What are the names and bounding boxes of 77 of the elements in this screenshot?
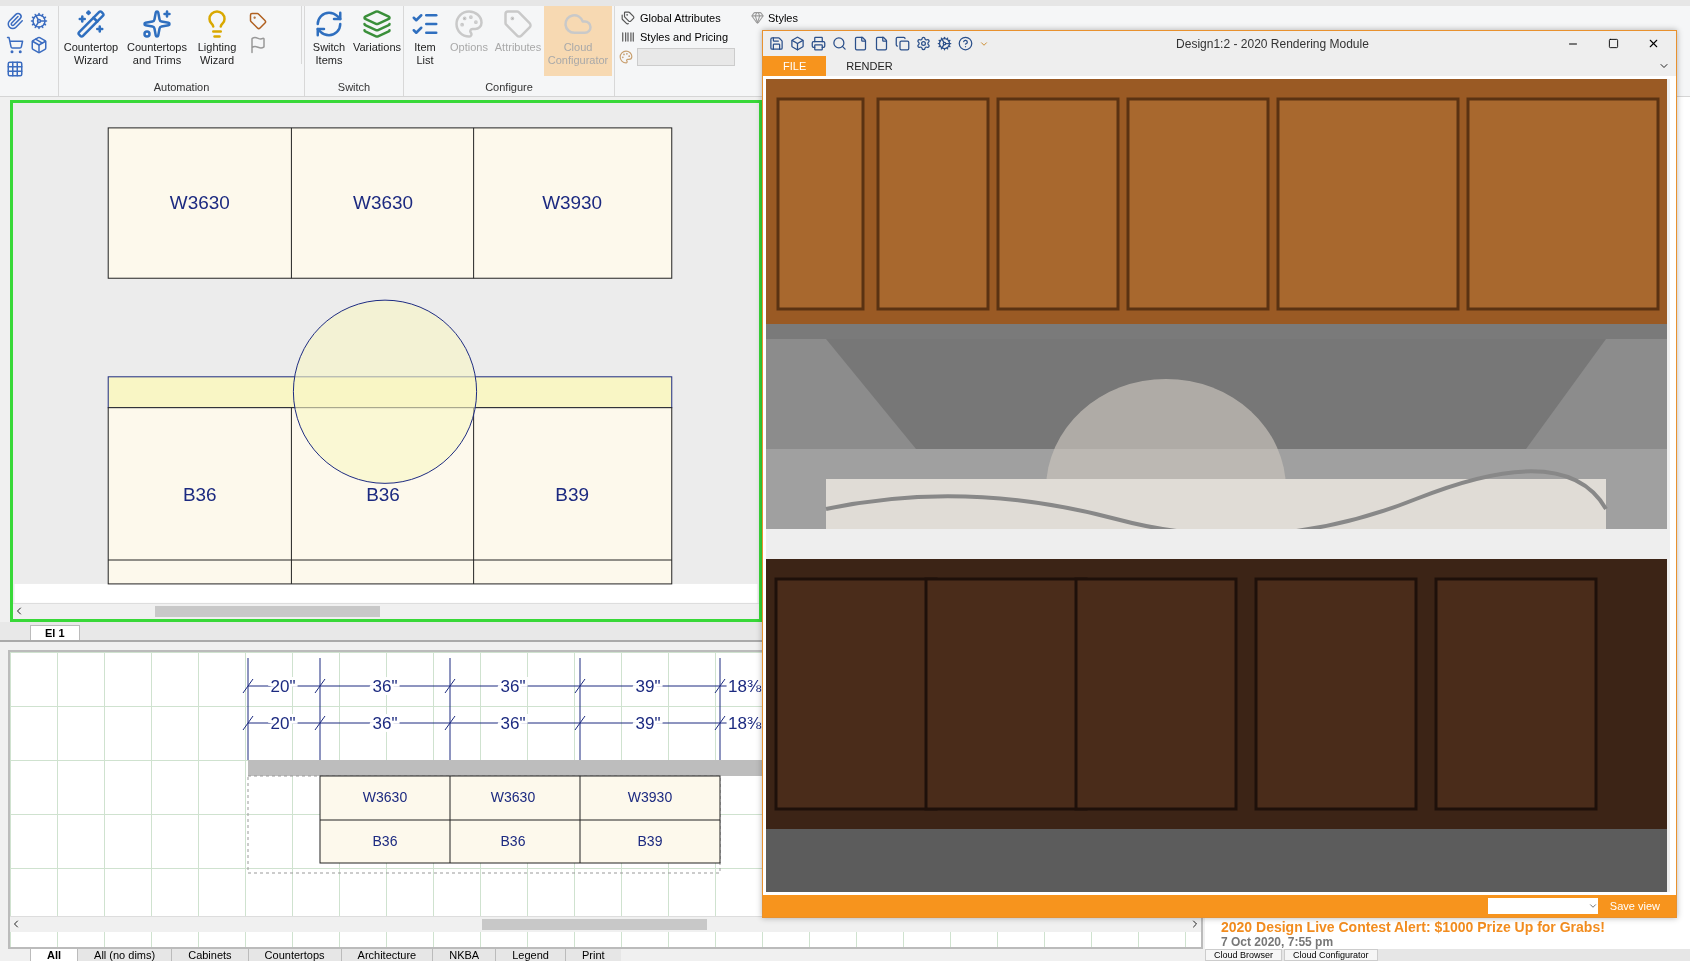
dimension-label: 36" (372, 713, 398, 733)
group-label: Configure (484, 81, 534, 95)
view-tab[interactable]: All (no dims) (77, 949, 172, 961)
view-tab[interactable]: El 1 (30, 624, 80, 640)
ribbon-command[interactable]: Global Attributes (619, 10, 741, 26)
group-label: Switch (336, 81, 372, 95)
cart-icon[interactable] (6, 36, 24, 54)
document-icon[interactable] (853, 36, 868, 52)
tag-icon[interactable] (249, 12, 267, 30)
ribbon-button[interactable]: Variations (353, 6, 401, 76)
settings-icon[interactable] (916, 36, 931, 52)
dimension-label: 39" (635, 713, 661, 733)
cabinet-label: B36 (500, 832, 526, 849)
cabinet-label: W3930 (542, 191, 603, 213)
dimension-label: 36" (500, 676, 526, 696)
styles-button[interactable]: Styles (745, 10, 804, 25)
horizontal-scrollbar[interactable] (10, 915, 1201, 932)
dimension-label: 20" (270, 676, 296, 696)
search-icon[interactable] (832, 36, 847, 52)
dimension-label: 20" (270, 713, 296, 733)
ribbon-button[interactable]: Item List (406, 6, 444, 76)
copy-icon[interactable] (895, 36, 910, 52)
cabinet-label: B39 (637, 832, 663, 849)
gear-icon[interactable] (937, 36, 952, 52)
view-tab[interactable]: Legend (495, 949, 565, 961)
paperclip-icon[interactable] (6, 12, 24, 30)
refresh-icon (314, 9, 344, 39)
cabinet-label: B36 (372, 832, 398, 849)
view-tab[interactable]: Architecture (340, 949, 433, 961)
group-label: Automation (152, 81, 211, 95)
ribbon-command[interactable]: Styles and Pricing (619, 29, 741, 45)
ribbon-button[interactable]: Countertop Wizard (61, 6, 121, 76)
ribbon-tab[interactable]: RENDER (826, 56, 913, 77)
sparkles-icon (142, 9, 172, 39)
wand-icon (76, 9, 106, 39)
panel-tab[interactable]: Cloud Configurator (1284, 949, 1378, 961)
print-icon[interactable] (811, 36, 826, 52)
ribbon-button[interactable]: Lighting Wizard (193, 6, 241, 76)
barcode-icon (621, 30, 635, 44)
grid-icon[interactable] (6, 60, 24, 78)
dimension-label: 36" (500, 713, 526, 733)
news-date: 7 Oct 2020, 7:55 pm (1221, 935, 1335, 949)
tag-icon (503, 9, 533, 39)
package-icon[interactable] (30, 36, 48, 54)
view-tab[interactable]: NKBA (432, 949, 496, 961)
cabinet-label: W3630 (353, 191, 413, 213)
dimension-label: 18⅜ (728, 713, 762, 733)
cabinet-label: B36 (366, 484, 400, 506)
cabinet-label: B39 (555, 484, 589, 506)
window-title: Design1:2 - 2020 Rendering Module (1175, 36, 1370, 51)
dimension-label: 18⅜ (728, 676, 762, 696)
cabinet-label: W3630 (362, 788, 408, 805)
dimension-label: 39" (635, 676, 661, 696)
cabinet-label: W3630 (490, 788, 536, 805)
box-icon[interactable] (790, 36, 805, 52)
view-tab[interactable]: Print (564, 949, 621, 961)
ribbon-button[interactable]: Switch Items (307, 6, 351, 76)
save-icon[interactable] (769, 36, 784, 52)
view-tab[interactable]: Countertops (247, 949, 341, 961)
tags-icon (621, 11, 635, 25)
cabinet-label: W3930 (627, 788, 673, 805)
page-icon[interactable] (874, 36, 889, 52)
view-tab[interactable]: Cabinets (171, 949, 248, 961)
help-icon[interactable] (958, 36, 973, 52)
view-tab[interactable]: All (30, 949, 78, 961)
ribbon-button[interactable]: Countertops and Trims (123, 6, 191, 76)
flag-icon[interactable] (249, 36, 267, 54)
settings-icon[interactable] (30, 12, 48, 30)
gem-icon (751, 11, 764, 24)
layers-icon (362, 9, 392, 39)
dimension-label: 36" (372, 676, 398, 696)
cabinet-label: W3630 (169, 191, 230, 213)
palette-icon (619, 50, 633, 64)
panel-tab[interactable]: Cloud Browser (1205, 949, 1283, 961)
palette-icon (454, 9, 484, 39)
cabinet-label: B36 (183, 484, 217, 506)
maximize-icon (1607, 38, 1619, 50)
